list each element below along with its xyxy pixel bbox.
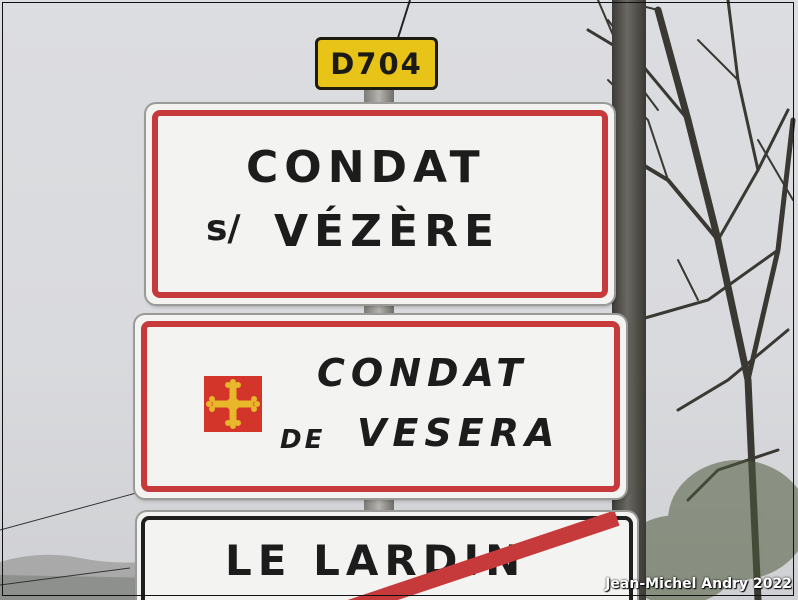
town-name-line2: VÉZÈRE	[274, 206, 501, 257]
occitan-name-line1: CONDAT	[317, 351, 529, 395]
town-name-line1: CONDAT	[246, 142, 486, 193]
occitan-name-prefix: DE	[280, 425, 326, 455]
occitan-name-line2: VESERA	[357, 411, 561, 455]
route-number: D704	[330, 46, 423, 81]
photo-credit: Jean-Michel Andry 2022	[605, 576, 792, 592]
red-strike-bar	[347, 512, 620, 600]
town-exit-sign: LE LARDIN	[137, 512, 637, 600]
photo-frame: D704 CONDAT s/ VÉZÈRE CONDAT DE VESERA L…	[0, 0, 798, 600]
town-name-prefix: s/	[206, 208, 241, 249]
town-entry-sign-french: CONDAT s/ VÉZÈRE	[146, 104, 614, 304]
route-number-plate: D704	[315, 37, 438, 90]
occitan-cross-icon	[204, 376, 262, 432]
sign-red-border	[152, 110, 608, 298]
